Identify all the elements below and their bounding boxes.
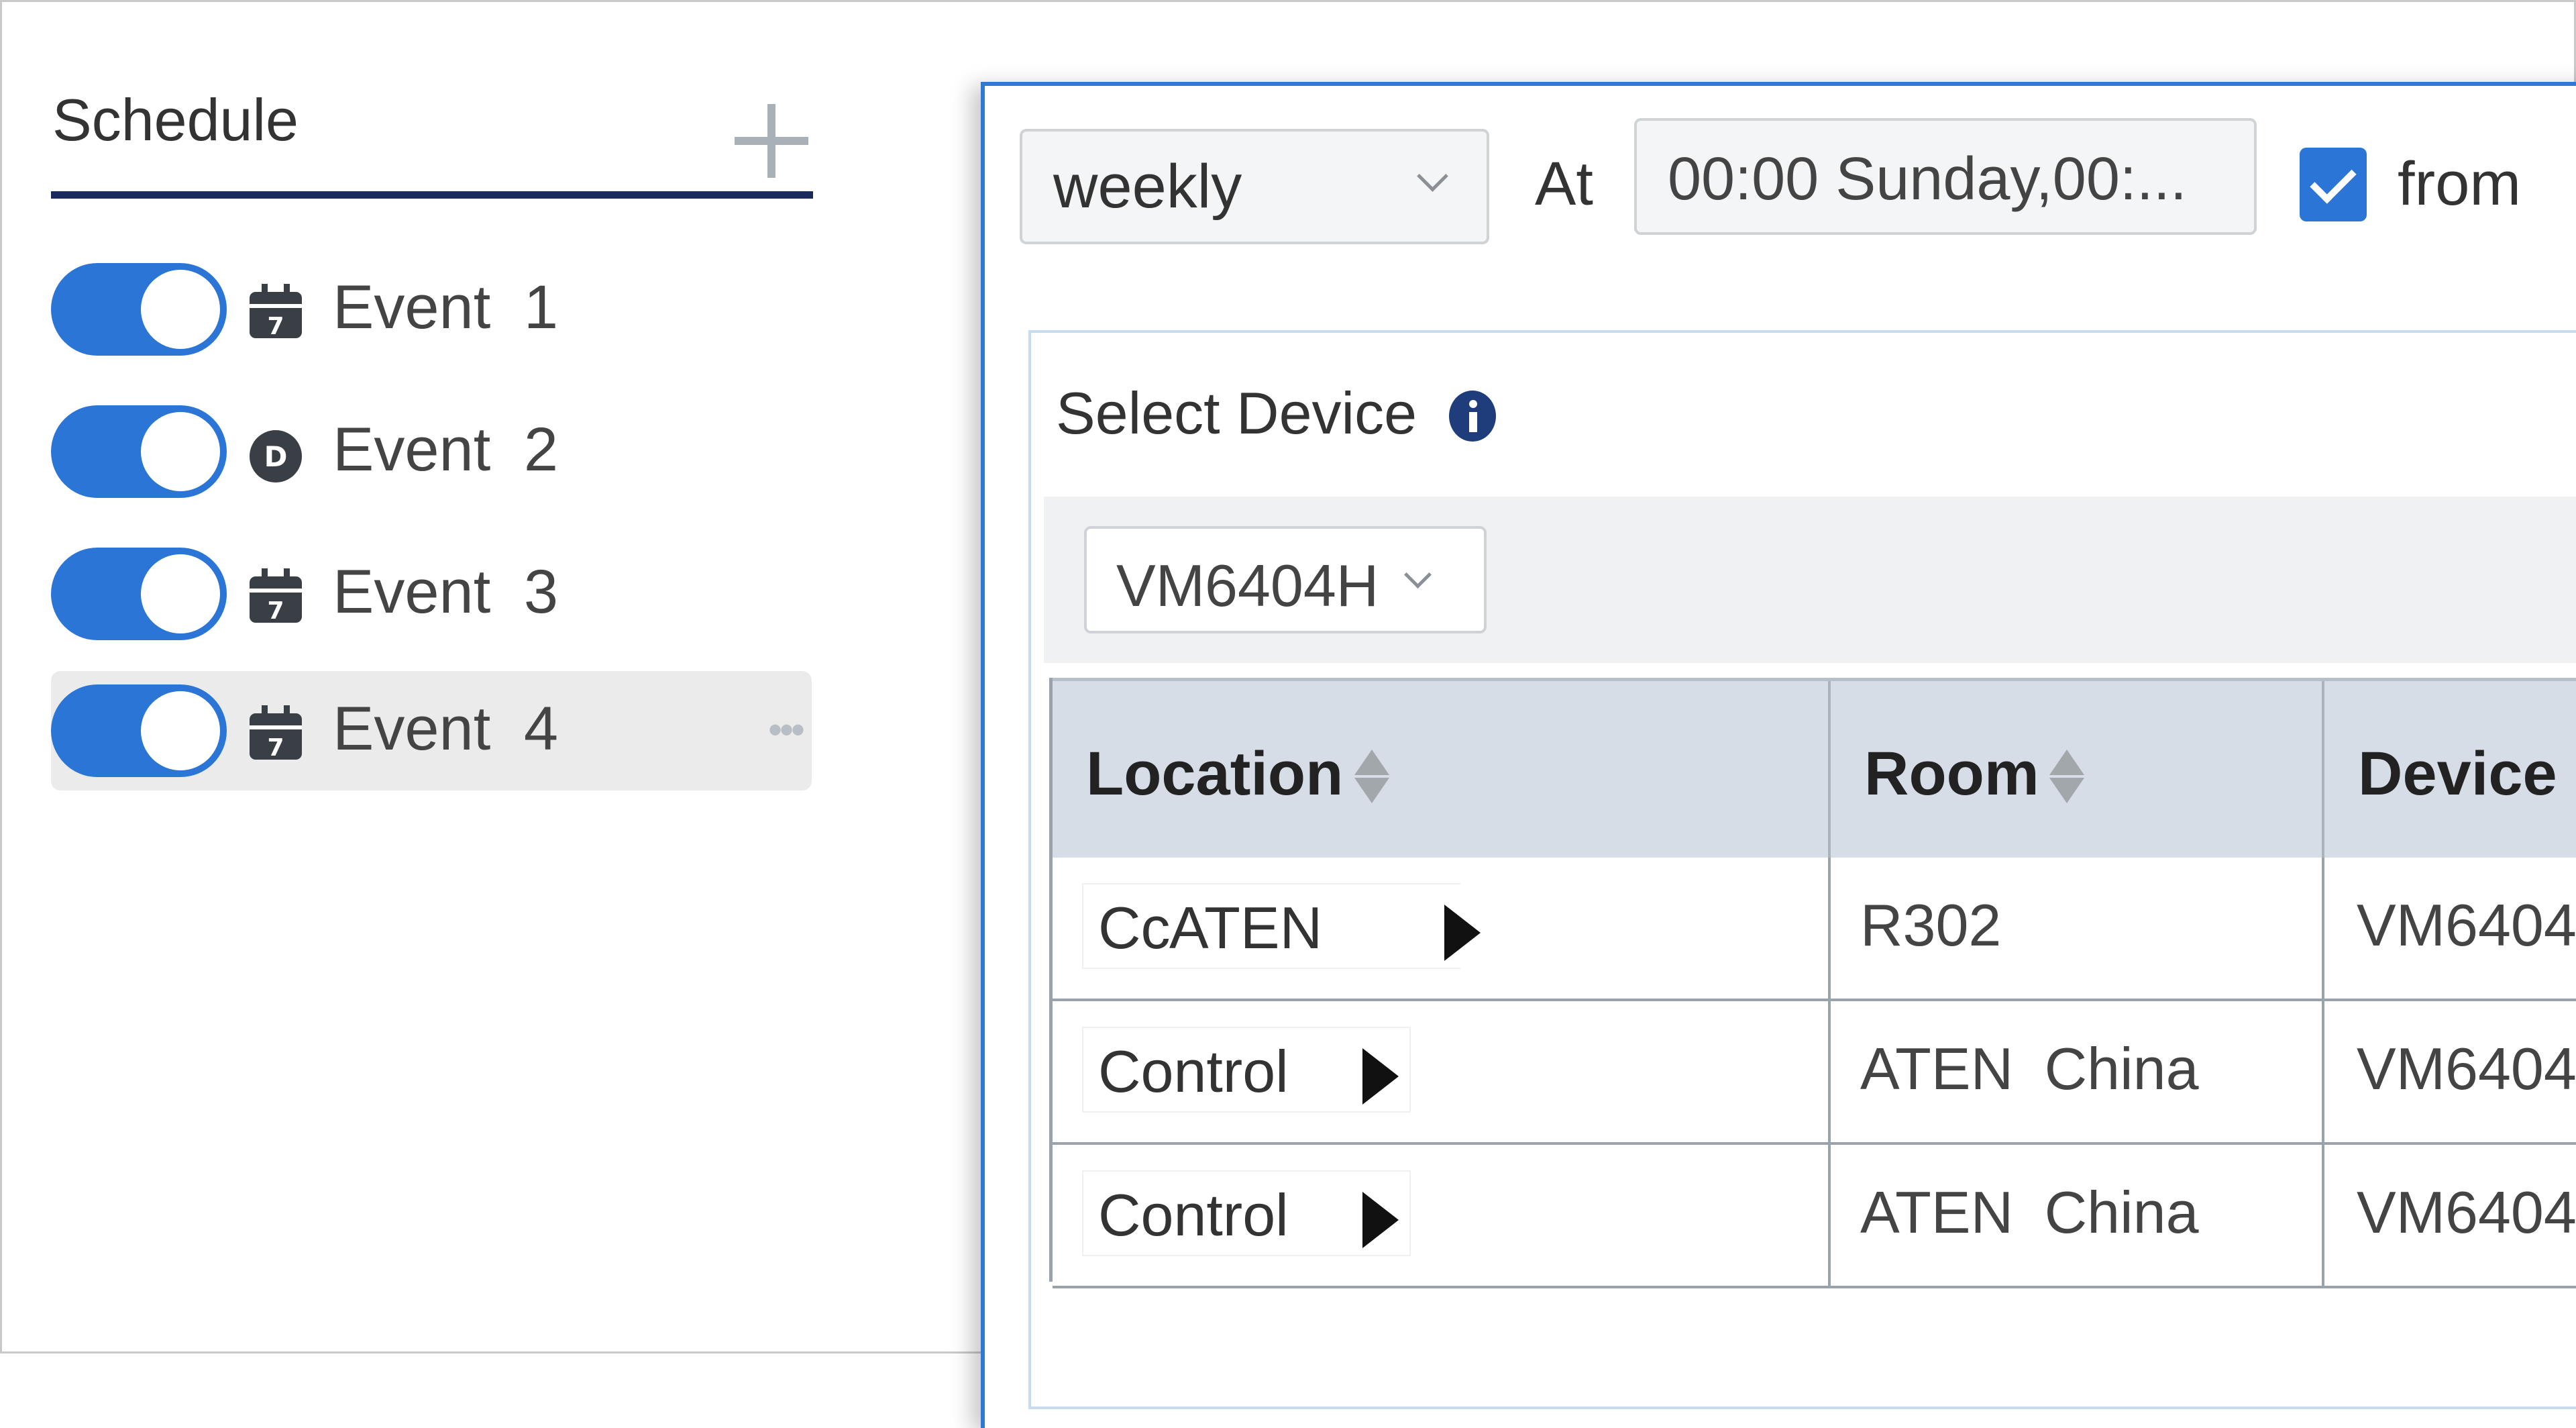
event-toggle[interactable] <box>51 405 227 498</box>
event-item[interactable]: 7 Event 1 <box>51 250 812 369</box>
device-model-value: VM6404H <box>1116 552 1379 619</box>
event-label: Event 2 <box>333 415 558 484</box>
location-overlay-text: ATEN <box>1169 895 1323 961</box>
time-input[interactable]: 00:00 Sunday,00:... <box>1634 118 2257 235</box>
svg-text:D: D <box>264 440 288 473</box>
event-label: Event 4 <box>333 695 558 763</box>
room-cell: R302 <box>1828 858 2324 999</box>
column-header-room[interactable]: Room <box>1831 681 2324 861</box>
svg-text:7: 7 <box>267 597 284 625</box>
column-header-location[interactable]: Location <box>1053 681 1831 861</box>
location-overlay-chip[interactable]: ATEN <box>1169 884 1491 968</box>
d-circle-icon: D <box>250 430 302 482</box>
frequency-value: weekly <box>1053 152 1242 221</box>
event-item-selected[interactable]: 7 Event 4 ••• <box>51 671 812 790</box>
device-table: Location Room Device Cc ATEN R302 VM6404 <box>1049 678 2576 1288</box>
event-label: Event 3 <box>333 558 558 626</box>
event-label: Event 1 <box>333 273 558 342</box>
schedule-title: Schedule <box>52 87 299 153</box>
table-row[interactable]: Control ATEN China VM6404 <box>1053 1001 2576 1145</box>
ellipsis-icon[interactable]: ••• <box>768 710 805 750</box>
calendar-7-icon: 7 <box>250 284 302 340</box>
from-checkbox[interactable] <box>2300 148 2367 221</box>
event-item[interactable]: D Event 2 <box>51 392 812 511</box>
location-cell[interactable]: Cc ATEN <box>1053 858 1831 999</box>
from-label: from <box>2398 150 2521 218</box>
room-cell: ATEN China <box>1828 1001 2324 1142</box>
chevron-down-icon <box>1417 160 1448 192</box>
table-header: Location Room Device <box>1053 678 2576 864</box>
info-icon[interactable] <box>1449 391 1496 442</box>
event-item[interactable]: 7 Event 3 <box>51 534 812 654</box>
expand-arrow-icon[interactable] <box>1444 905 1481 961</box>
expand-arrow-icon[interactable] <box>1362 1048 1399 1105</box>
checkmark-icon <box>2310 157 2357 204</box>
event-toggle[interactable] <box>51 263 227 356</box>
table-row[interactable]: Cc ATEN R302 VM6404 <box>1053 858 2576 1001</box>
device-cell: VM6404 <box>2357 1035 2576 1102</box>
device-cell: VM6404 <box>2357 892 2576 958</box>
location-chip[interactable]: Control <box>1083 1028 1409 1111</box>
select-device-label: Select Device <box>1056 380 1417 446</box>
calendar-7-icon: 7 <box>250 568 302 625</box>
svg-text:7: 7 <box>267 734 284 762</box>
calendar-7-icon: 7 <box>250 705 302 762</box>
location-text: Cc <box>1098 895 1171 961</box>
expand-arrow-icon[interactable] <box>1362 1192 1399 1248</box>
device-model-dropdown[interactable]: VM6404H <box>1084 526 1487 633</box>
location-text: Control <box>1098 1182 1289 1248</box>
plus-icon[interactable] <box>735 104 808 178</box>
schedule-underline <box>51 191 813 199</box>
location-text: Control <box>1098 1038 1289 1105</box>
event-toggle[interactable] <box>51 548 227 640</box>
location-cell[interactable]: Control <box>1053 1145 1831 1286</box>
sort-icon[interactable] <box>2049 750 2084 803</box>
location-chip[interactable]: Control <box>1083 1172 1409 1255</box>
time-value: 00:00 Sunday,00:... <box>1668 146 2187 213</box>
sort-icon[interactable] <box>1354 750 1389 803</box>
table-row[interactable]: Control ATEN China VM6404 <box>1053 1145 2576 1288</box>
event-toggle[interactable] <box>51 684 227 777</box>
column-header-device[interactable]: Device <box>2324 681 2576 861</box>
svg-text:7: 7 <box>267 313 284 340</box>
device-cell: VM6404 <box>2357 1179 2576 1245</box>
frequency-select[interactable]: weekly <box>1020 129 1489 244</box>
at-label: At <box>1535 150 1593 218</box>
room-cell: ATEN China <box>1828 1145 2324 1286</box>
location-cell[interactable]: Control <box>1053 1001 1831 1142</box>
chevron-down-icon <box>1403 560 1432 589</box>
